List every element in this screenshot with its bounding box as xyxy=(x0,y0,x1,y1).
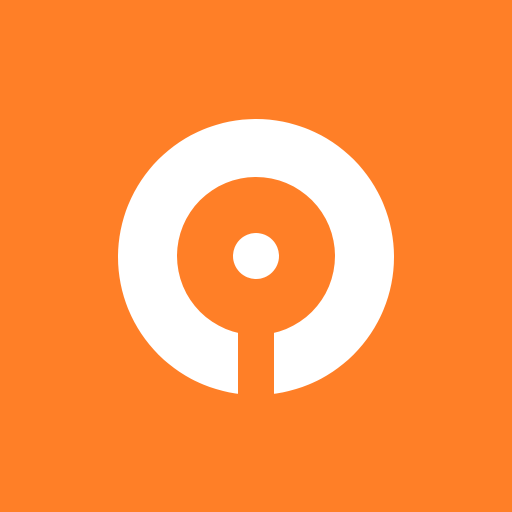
app-icon-canvas xyxy=(0,0,512,512)
app-logo xyxy=(0,0,512,512)
pin-stem xyxy=(238,300,274,400)
center-dot xyxy=(233,233,279,279)
